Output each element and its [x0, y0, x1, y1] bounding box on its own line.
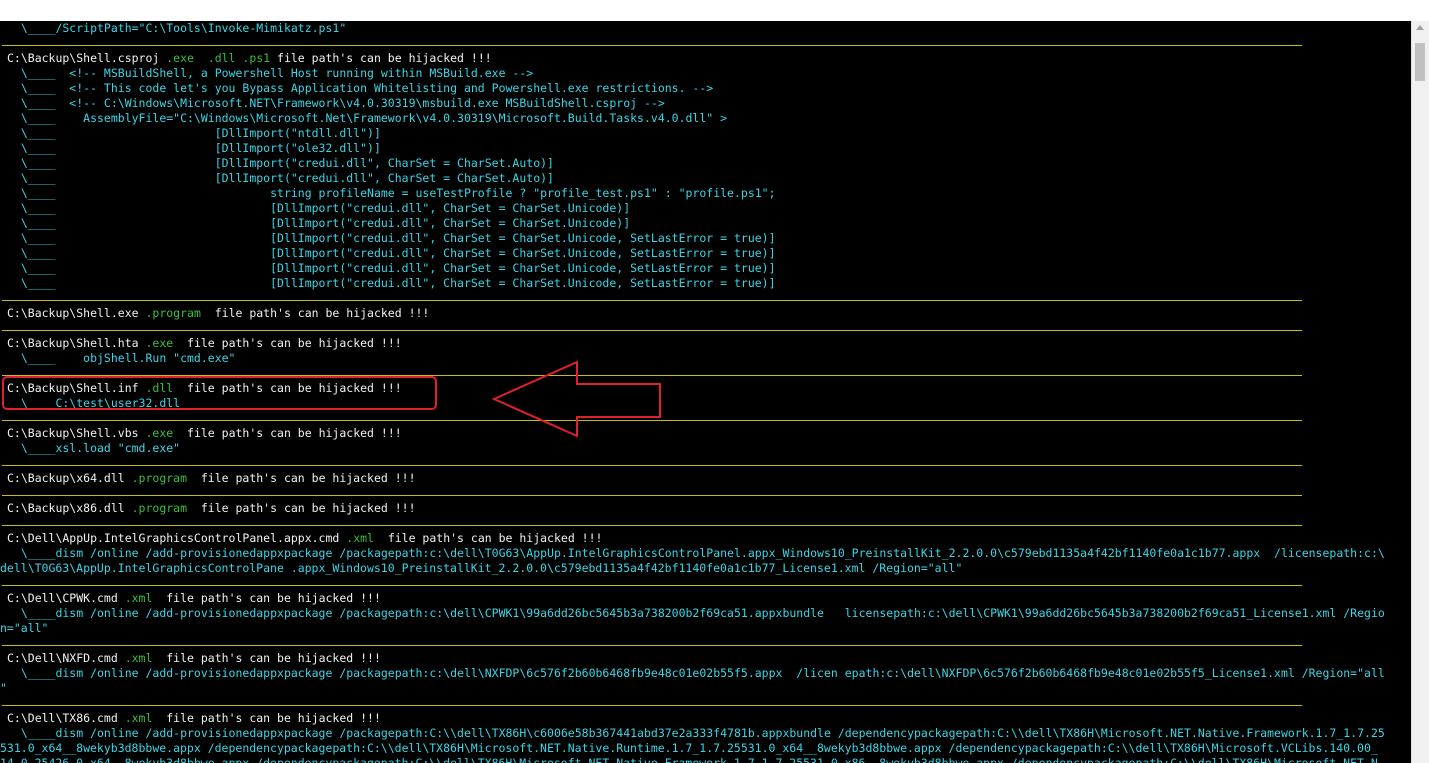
header-text: C:\Backup\Shell.csproj — [7, 51, 167, 65]
detail-line: \____ [DllImport("credui.dll", CharSet =… — [7, 171, 554, 185]
hijack-header-line: C:\Backup\Shell.vbs .exe file path's can… — [0, 426, 1412, 441]
header-text: file path's can be hijacked !!! — [173, 336, 402, 350]
header-text: file path's can be hijacked !!! — [187, 471, 416, 485]
scroll-up-icon[interactable] — [1416, 25, 1424, 30]
detail-line: \____xsl.load "cmd.exe" — [7, 441, 181, 455]
detail-line: \____ [DllImport("credui.dll", CharSet =… — [7, 246, 776, 260]
detail-line: \____ [DllImport("ole32.dll")] — [7, 141, 381, 155]
detail-line: \____/ScriptPath="C:\Tools\Invoke-Mimika… — [7, 21, 347, 35]
header-text: C:\Dell\CPWK.cmd — [7, 591, 125, 605]
detail-line: \____dism /online /add-provisionedappxpa… — [7, 666, 1385, 680]
header-text: C:\Dell\TX86.cmd — [7, 711, 125, 725]
header-text: file path's can be hijacked !!! — [187, 501, 416, 515]
header-text: file path's can be hijacked !!! — [200, 306, 430, 320]
extension-list: .program — [131, 501, 188, 515]
hijack-header-line: C:\Backup\x86.dll .program file path's c… — [0, 501, 1412, 516]
header-text: file path's can be hijacked !!! — [373, 531, 603, 545]
header-text: C:\Backup\Shell.exe — [7, 306, 146, 320]
header-text: C:\Backup\Shell.vbs — [7, 426, 146, 440]
detail-line: \____ <!-- MSBuildShell, a Powershell Ho… — [7, 66, 534, 80]
detail-line: \____ AssemblyFile="C:\Windows\Microsoft… — [7, 111, 728, 125]
hijack-header-line: C:\Backup\Shell.exe .program file path's… — [0, 306, 1412, 321]
detail-line: \____ string profileName = useTestProfil… — [7, 186, 776, 200]
extension-list: .exe — [145, 336, 174, 350]
detail-line: \____dism /online /add-provisionedappxpa… — [7, 546, 1385, 560]
scrollbar-thumb[interactable] — [1415, 43, 1425, 81]
separator-line — [0, 696, 1412, 711]
vertical-scrollbar[interactable] — [1411, 21, 1429, 763]
detail-line: \____ <!-- This code let's you Bypass Ap… — [7, 81, 714, 95]
detail-line: 14.0.25426.0_x64__8wekyb3d8bbwe.appx /de… — [0, 756, 1378, 763]
highlight-box — [2, 376, 437, 410]
header-text: C:\Backup\x64.dll — [7, 471, 132, 485]
extension-list: .exe .dll .ps1 — [166, 51, 271, 65]
header-text: C:\Dell\NXFD.cmd — [7, 651, 125, 665]
header-text: C:\Backup\x86.dll — [7, 501, 132, 515]
detail-line: \____ [DllImport("credui.dll", CharSet =… — [7, 156, 554, 170]
hijack-header-line: C:\Backup\Shell.csproj .exe .dll .ps1 fi… — [0, 51, 1412, 66]
detail-line: \____ [DllImport("credui.dll", CharSet =… — [7, 201, 631, 215]
extension-list: .xml — [346, 531, 374, 545]
extension-list: .xml — [124, 591, 153, 605]
detail-line: \____ <!-- C:\Windows\Microsoft.NET\Fram… — [7, 96, 665, 110]
detail-line: \____ [DllImport("credui.dll", CharSet =… — [7, 261, 776, 275]
detail-line: \____ objShell.Run "cmd.exe" — [7, 351, 236, 365]
extension-list: .xml — [124, 711, 153, 725]
separator-line — [0, 36, 1412, 51]
left-arrow-annotation — [491, 360, 661, 438]
header-text: file path's can be hijacked !!! — [152, 591, 381, 605]
detail-line: \____dism /online /add-provisionedappxpa… — [7, 606, 1385, 620]
header-text: file path's can be hijacked !!! — [152, 651, 381, 665]
detail-line: \____ [DllImport("credui.dll", CharSet =… — [7, 276, 776, 290]
detail-line: \____ [DllImport("credui.dll", CharSet =… — [7, 216, 631, 230]
hijack-header-line: C:\Dell\NXFD.cmd .xml file path's can be… — [0, 651, 1412, 666]
separator-line — [0, 291, 1412, 306]
detail-line: \____dism /online /add-provisionedappxpa… — [7, 726, 1385, 740]
extension-list: .program — [145, 306, 201, 320]
separator-line — [0, 486, 1412, 501]
separator-line — [0, 636, 1412, 651]
hijack-header-line: C:\Dell\TX86.cmd .xml file path's can be… — [0, 711, 1412, 726]
hijack-header-line: C:\Backup\Shell.hta .exe file path's can… — [0, 336, 1412, 351]
detail-line: n="all" — [0, 621, 49, 635]
hijack-header-line: C:\Dell\AppUp.IntelGraphicsControlPanel.… — [0, 531, 1412, 546]
extension-list: .xml — [124, 651, 153, 665]
extension-list: .program — [131, 471, 188, 485]
hijack-header-line: C:\Backup\x64.dll .program file path's c… — [0, 471, 1412, 486]
header-text: C:\Backup\Shell.hta — [7, 336, 146, 350]
detail-line: \____ [DllImport("credui.dll", CharSet =… — [7, 231, 776, 245]
detail-line: \____ [DllImport("ntdll.dll")] — [7, 126, 381, 140]
separator-line — [0, 576, 1412, 591]
separator-line — [0, 411, 1412, 426]
extension-list: .exe — [145, 426, 174, 440]
hijack-header-line: C:\Dell\CPWK.cmd .xml file path's can be… — [0, 591, 1412, 606]
header-text: file path's can be hijacked !!! — [270, 51, 492, 65]
separator-line — [0, 321, 1412, 336]
separator-line — [0, 516, 1412, 531]
detail-line: 531.0_x64__8wekyb3d8bbwe.appx /dependenc… — [0, 741, 1378, 755]
header-text: file path's can be hijacked !!! — [152, 711, 381, 725]
separator-line — [0, 456, 1412, 471]
header-text: file path's can be hijacked !!! — [173, 426, 402, 440]
detail-line: " — [0, 681, 7, 695]
detail-line: dell\T0G63\AppUp.IntelGraphicsControlPan… — [0, 561, 963, 575]
header-text: C:\Dell\AppUp.IntelGraphicsControlPanel.… — [7, 531, 347, 545]
